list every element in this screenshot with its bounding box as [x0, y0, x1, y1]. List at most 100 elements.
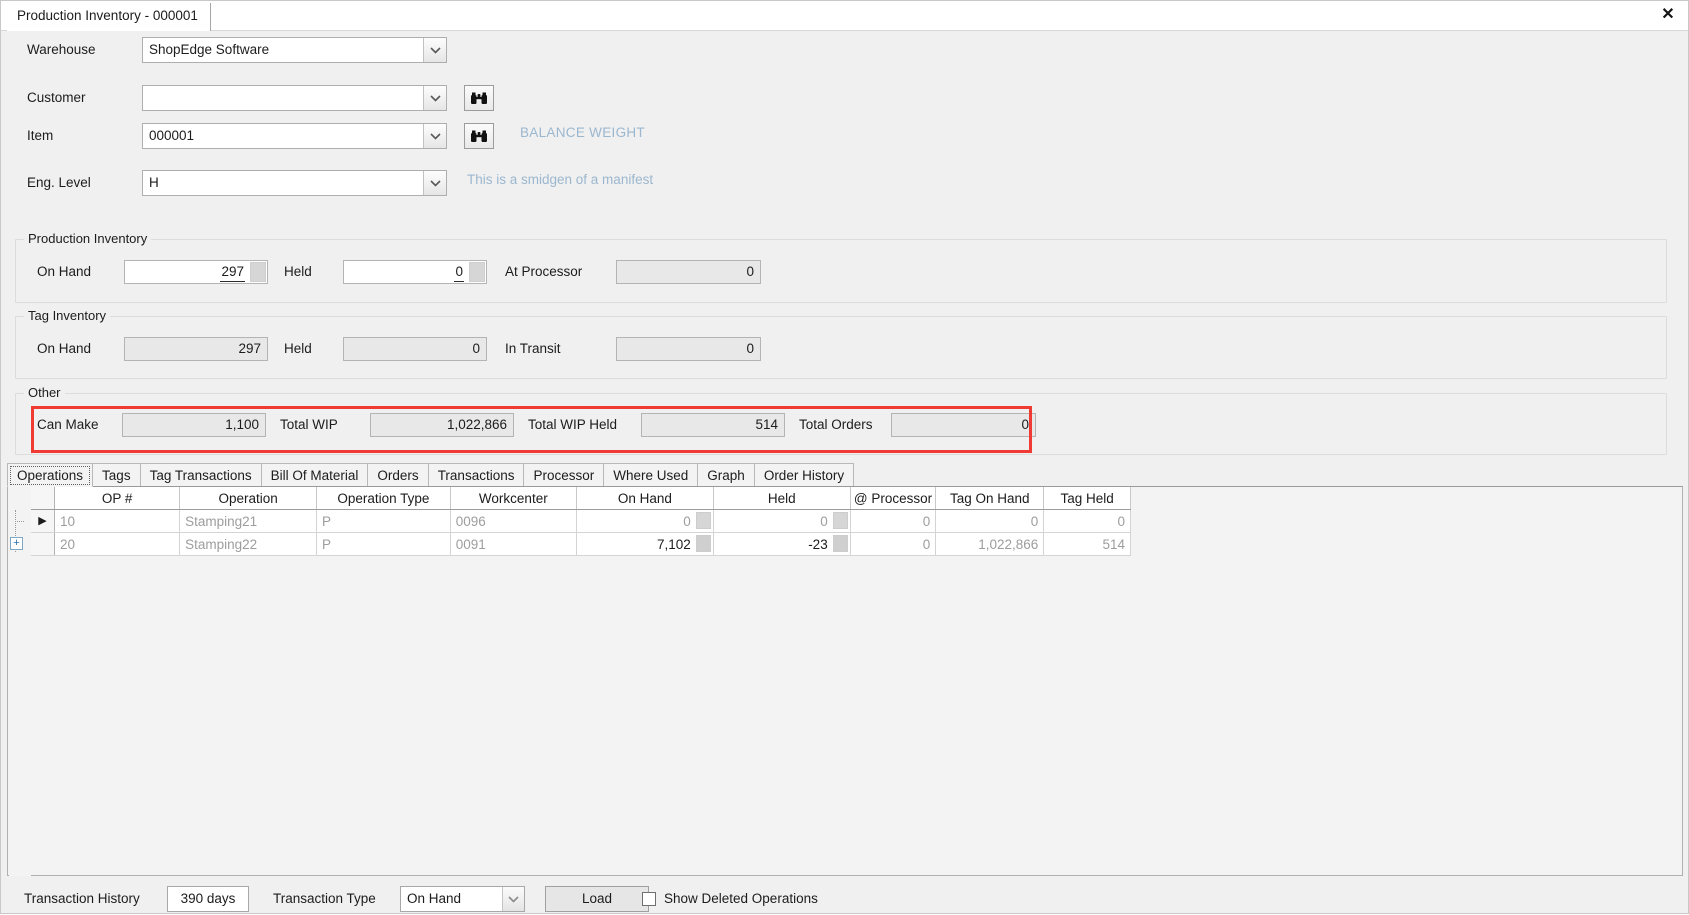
chevron-down-icon[interactable] [502, 887, 524, 911]
tab-operations[interactable]: Operations [7, 463, 94, 487]
tab-bill-of-material[interactable]: Bill Of Material [260, 463, 369, 487]
cell-op: 10 [54, 509, 181, 533]
cell-tag-held: 0 [1043, 509, 1131, 533]
title-bar: Production Inventory - 000001 ✕ [1, 1, 1688, 31]
spinner-icon[interactable] [695, 535, 711, 552]
tab-orders[interactable]: Orders [367, 463, 429, 487]
tag-on-hand-value: 297 [124, 337, 268, 361]
item-value: 000001 [149, 128, 195, 143]
col-at-processor[interactable]: @ Processor [850, 487, 937, 510]
chevron-down-icon[interactable] [423, 86, 446, 110]
tab-processor-label: Processor [533, 468, 595, 483]
prod-on-hand-input[interactable]: 297 [124, 260, 268, 284]
tree-line-horizontal [15, 521, 24, 522]
row-selector-cell[interactable]: ▶ [31, 509, 56, 533]
eng-level-select[interactable]: H [142, 170, 447, 196]
document-tab-label: Production Inventory - 000001 [17, 8, 198, 23]
table-header-row: OP # Operation Operation Type Workcenter… [31, 487, 1131, 510]
item-lookup-button[interactable] [464, 123, 494, 149]
cell-tag-held: 514 [1043, 532, 1131, 556]
col-tag-on-hand[interactable]: Tag On Hand [935, 487, 1045, 510]
tag-inventory-group: Tag Inventory On Hand 297 Held 0 In Tran… [15, 308, 1667, 379]
customer-lookup-button[interactable] [464, 85, 494, 111]
col-workcenter[interactable]: Workcenter [450, 487, 577, 510]
prod-on-hand-label: On Hand [37, 264, 92, 279]
col-operation-type[interactable]: Operation Type [316, 487, 451, 510]
tag-held-label: Held [284, 341, 312, 356]
chevron-down-icon[interactable] [423, 171, 446, 195]
show-deleted-operations-checkbox[interactable] [642, 892, 656, 906]
spinner-icon[interactable] [832, 512, 848, 529]
document-tab[interactable]: Production Inventory - 000001 [7, 3, 211, 31]
chevron-down-icon[interactable] [423, 124, 446, 148]
table-row[interactable]: ▶ 10 Stamping21 P 0096 0 0 0 0 0 [31, 509, 1131, 533]
cell-on-hand-value: 7,102 [657, 536, 691, 552]
customer-label: Customer [27, 90, 86, 105]
row-selector-cell[interactable] [31, 532, 56, 556]
load-button[interactable]: Load [545, 886, 649, 912]
col-tag-held[interactable]: Tag Held [1043, 487, 1131, 510]
tab-where-used-label: Where Used [613, 468, 689, 483]
col-op[interactable]: OP # [54, 487, 181, 510]
spinner-icon[interactable] [469, 262, 485, 282]
tab-where-used[interactable]: Where Used [603, 463, 699, 487]
tag-held-value: 0 [343, 337, 487, 361]
tab-tags[interactable]: Tags [92, 463, 141, 487]
transaction-history-input[interactable]: 390 days [167, 886, 249, 912]
cell-on-hand[interactable]: 7,102 [576, 532, 714, 556]
col-held[interactable]: Held [713, 487, 851, 510]
item-select[interactable]: 000001 [142, 123, 447, 149]
prod-held-label: Held [284, 264, 312, 279]
detail-tabs: Operations Tags Tag Transactions Bill Of… [7, 463, 1680, 487]
tab-processor[interactable]: Processor [523, 463, 605, 487]
tab-graph[interactable]: Graph [697, 463, 755, 487]
spinner-icon[interactable] [250, 262, 266, 282]
cell-at-processor: 0 [850, 509, 937, 533]
tab-tag-transactions[interactable]: Tag Transactions [139, 463, 262, 487]
cell-at-processor: 0 [850, 532, 937, 556]
table-row[interactable]: 20 Stamping22 P 0091 7,102 -23 0 1,022,8… [31, 532, 1131, 556]
cell-on-hand[interactable]: 0 [576, 509, 714, 533]
can-make-value: 1,100 [122, 413, 266, 437]
bottom-toolbar: Transaction History 390 days Transaction… [1, 885, 1688, 915]
customer-select[interactable] [142, 85, 447, 111]
cell-held[interactable]: -23 [713, 532, 851, 556]
close-icon[interactable]: ✕ [1656, 4, 1680, 26]
total-orders-label: Total Orders [799, 417, 873, 432]
operations-grid-panel: + OP # Operation Operation Type Workcent… [7, 486, 1683, 876]
total-wip-label: Total WIP [280, 417, 338, 432]
binoculars-icon [471, 130, 487, 142]
spinner-icon[interactable] [695, 512, 711, 529]
production-inventory-window: Production Inventory - 000001 ✕ Warehous… [0, 0, 1689, 914]
total-orders-value: 0 [891, 413, 1036, 437]
tab-transactions[interactable]: Transactions [427, 463, 525, 487]
col-on-hand[interactable]: On Hand [576, 487, 714, 510]
binoculars-icon [471, 92, 487, 104]
cell-on-hand-value: 0 [683, 513, 691, 529]
form-body: Warehouse ShopEdge Software Customer Ite… [1, 31, 1688, 913]
prod-at-processor-label: At Processor [505, 264, 583, 279]
cell-op: 20 [54, 532, 181, 556]
item-hint-text: BALANCE WEIGHT [520, 125, 645, 140]
prod-held-input[interactable]: 0 [343, 260, 487, 284]
row-expander-icon[interactable]: + [10, 537, 23, 550]
col-operation[interactable]: Operation [179, 487, 318, 510]
transaction-type-value: On Hand [407, 891, 462, 906]
chevron-down-icon[interactable] [423, 38, 446, 62]
item-label: Item [27, 128, 54, 143]
spinner-icon[interactable] [832, 535, 848, 552]
warehouse-value: ShopEdge Software [149, 42, 270, 57]
cell-held[interactable]: 0 [713, 509, 851, 533]
eng-level-label: Eng. Level [27, 175, 91, 190]
cell-operation-type: P [316, 532, 451, 556]
row-current-indicator-icon: ▶ [38, 515, 47, 527]
tab-order-history-label: Order History [763, 468, 845, 483]
cell-workcenter: 0091 [450, 532, 577, 556]
transaction-type-select[interactable]: On Hand [400, 886, 525, 912]
tab-order-history[interactable]: Order History [753, 463, 855, 487]
warehouse-select[interactable]: ShopEdge Software [142, 37, 447, 63]
tab-bill-of-material-label: Bill Of Material [270, 468, 359, 483]
tab-tags-label: Tags [102, 468, 131, 483]
cell-held-value: 0 [820, 513, 828, 529]
production-inventory-group: Production Inventory On Hand 297 Held 0 … [15, 231, 1667, 303]
